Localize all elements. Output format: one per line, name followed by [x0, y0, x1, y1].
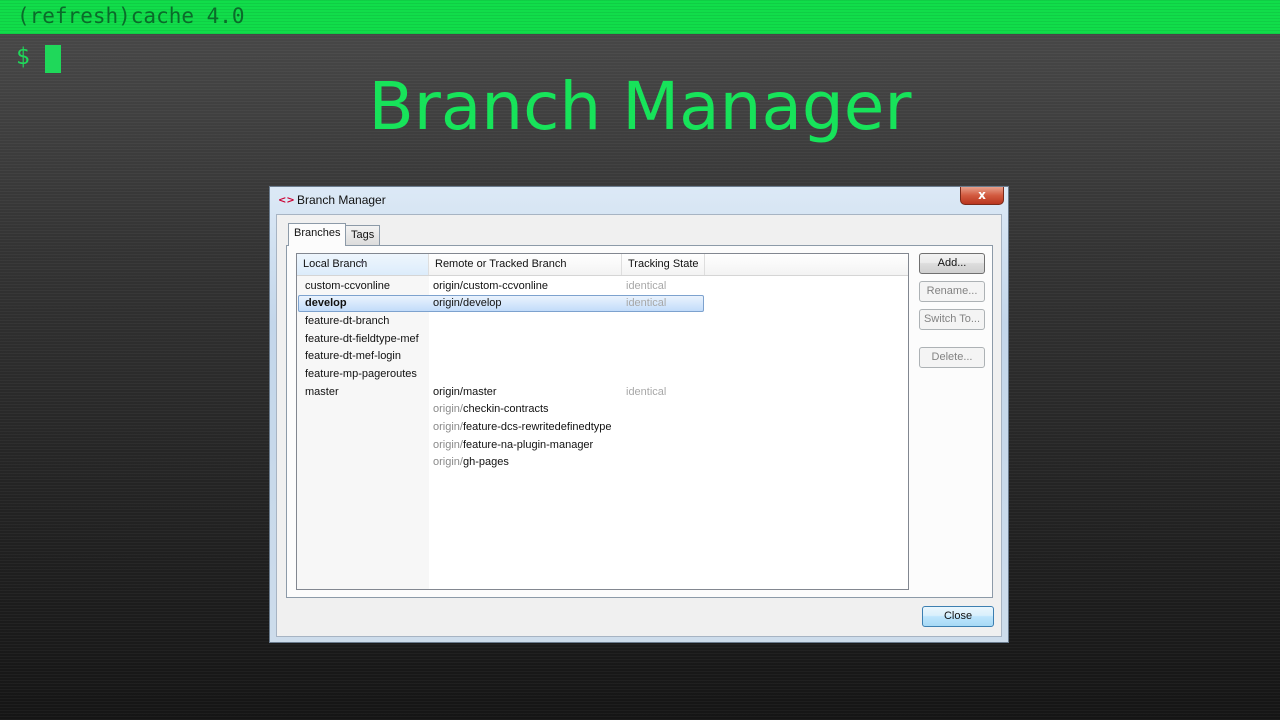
rename-branch-button[interactable]: Rename... — [919, 281, 985, 302]
terminal-title: (refresh)cache 4.0 — [17, 4, 245, 28]
remote-branch-cell: origin/checkin-contracts — [433, 403, 549, 415]
list-header: ▼ Local Branch Remote or Tracked Branch … — [297, 254, 908, 276]
column-header-remote-branch[interactable]: Remote or Tracked Branch — [429, 254, 622, 275]
table-row[interactable]: feature-dt-branch — [297, 313, 908, 330]
branch-list[interactable]: ▼ Local Branch Remote or Tracked Branch … — [296, 253, 909, 590]
local-branch-cell: feature-dt-mef-login — [305, 350, 401, 362]
column-header-tracking-state[interactable]: Tracking State — [622, 254, 705, 275]
close-icon: x — [978, 188, 986, 202]
table-row[interactable]: feature-mp-pageroutes — [297, 366, 908, 383]
table-row[interactable]: origin/feature-na-plugin-manager — [297, 437, 908, 454]
table-row[interactable]: custom-ccvonline origin/custom-ccvonline… — [297, 278, 908, 295]
column-header-local-branch[interactable]: ▼ Local Branch — [297, 254, 429, 275]
tab-tags[interactable]: Tags — [345, 225, 381, 245]
local-branch-cell: custom-ccvonline — [305, 280, 390, 292]
table-row-selected[interactable]: develop origin/develop identical — [297, 295, 908, 312]
local-branch-cell: feature-dt-fieldtype-mef — [305, 333, 419, 345]
switch-to-branch-button[interactable]: Switch To... — [919, 309, 985, 330]
local-branch-cell: feature-mp-pageroutes — [305, 368, 417, 380]
remote-branch-cell: origin/master — [433, 386, 497, 398]
code-brackets-icon: <> — [278, 195, 295, 206]
remote-branch-cell: origin/custom-ccvonline — [433, 280, 548, 292]
table-row[interactable]: feature-dt-fieldtype-mef — [297, 331, 908, 348]
terminal-title-bar: (refresh)cache 4.0 — [0, 0, 1280, 34]
table-row[interactable]: origin/checkin-contracts — [297, 401, 908, 418]
branches-tab-panel: ▼ Local Branch Remote or Tracked Branch … — [286, 245, 993, 598]
branch-manager-dialog: <> Branch Manager x Branches Tags ▼ Loca… — [269, 186, 1009, 643]
column-header-label: Local Branch — [303, 258, 368, 270]
tracking-state-cell: identical — [626, 297, 667, 309]
shell-prompt: $ — [16, 44, 30, 70]
local-branch-cell: develop — [305, 297, 347, 309]
sort-arrow-icon: ▼ — [359, 260, 366, 267]
table-row[interactable]: master origin/master identical — [297, 384, 908, 401]
delete-branch-button[interactable]: Delete... — [919, 347, 985, 368]
add-branch-button[interactable]: Add... — [919, 253, 985, 274]
window-close-button[interactable]: x — [960, 187, 1004, 205]
table-row[interactable]: origin/gh-pages — [297, 454, 908, 471]
table-row[interactable]: feature-dt-mef-login — [297, 348, 908, 365]
tab-branches[interactable]: Branches — [288, 223, 347, 246]
tracking-state-cell: identical — [626, 280, 667, 292]
dialog-title: Branch Manager — [297, 193, 386, 207]
slide-title: Branch Manager — [368, 68, 912, 145]
dialog-client-area: Branches Tags ▼ Local Branch Remote or T… — [276, 214, 1002, 637]
table-row[interactable]: origin/feature-dcs-rewritedefinedtype — [297, 419, 908, 436]
remote-branch-cell: origin/feature-na-plugin-manager — [433, 439, 594, 451]
local-branch-cell: feature-dt-branch — [305, 315, 390, 327]
remote-branch-cell: origin/develop — [433, 297, 502, 309]
column-header-label: Remote or Tracked Branch — [435, 258, 567, 270]
remote-branch-cell: origin/feature-dcs-rewritedefinedtype — [433, 421, 612, 433]
local-branch-cell: master — [305, 386, 339, 398]
remote-branch-cell: origin/gh-pages — [433, 456, 509, 468]
column-header-label: Tracking State — [628, 258, 699, 270]
tracking-state-cell: identical — [626, 386, 667, 398]
close-button[interactable]: Close — [922, 606, 994, 627]
